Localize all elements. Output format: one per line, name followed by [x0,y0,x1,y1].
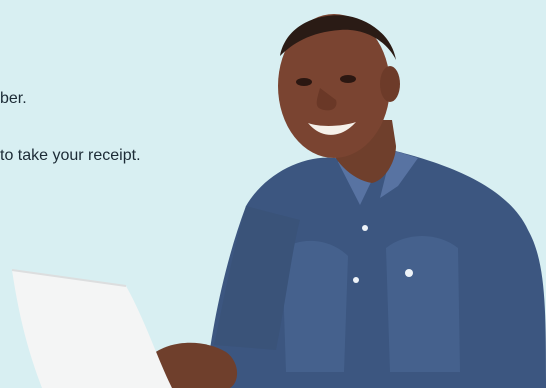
eye-right [340,75,356,83]
shirt-button [353,277,359,283]
hero-banner: ber. to take your receipt. [0,0,546,388]
eye-left [296,78,312,86]
shirt-button [362,225,368,231]
shirt-panel-right [386,236,460,372]
ear [380,66,400,102]
shirt-panel-left [282,240,348,372]
shirt-button [405,269,413,277]
man-with-laptop-photo [11,14,546,388]
laptop-screen [12,270,172,388]
